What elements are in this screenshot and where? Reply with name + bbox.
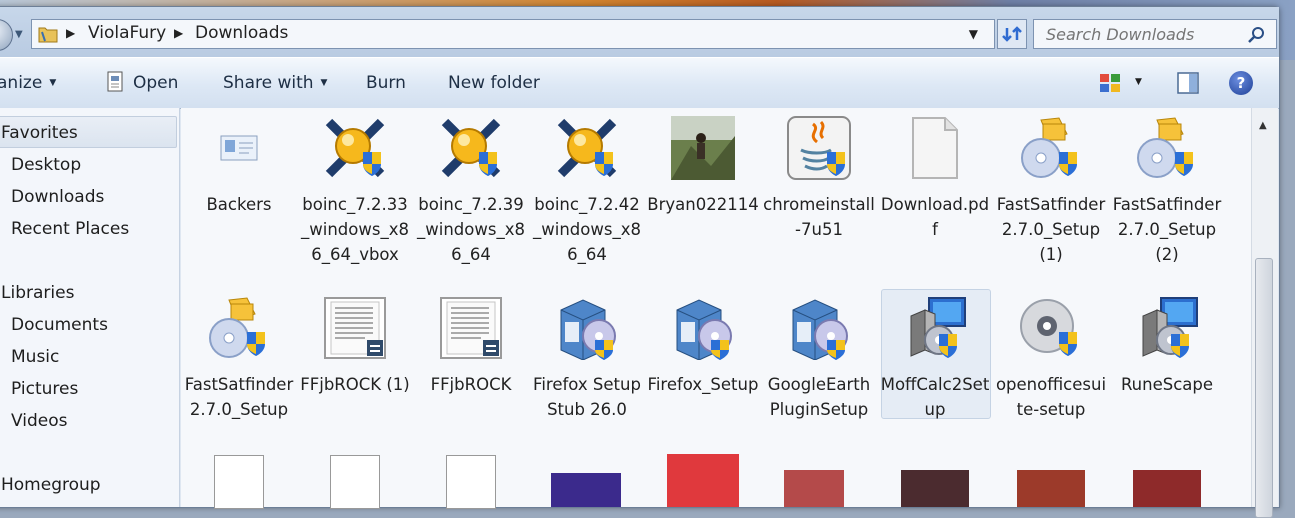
photo-thumbnail-icon bbox=[671, 116, 735, 180]
file-name-label: boinc_7.2.33_windows_x86_64_vbox bbox=[301, 195, 409, 264]
preview-pane-icon[interactable] bbox=[1177, 72, 1199, 94]
help-icon[interactable]: ? bbox=[1229, 71, 1253, 95]
nav-libraries[interactable]: Libraries bbox=[1, 283, 74, 303]
file-thumbnail[interactable] bbox=[330, 455, 380, 509]
open-button[interactable]: Open bbox=[133, 73, 178, 93]
scrollbar-thumb[interactable] bbox=[1255, 258, 1273, 518]
organize-label: anize bbox=[0, 73, 43, 93]
breadcrumb-separator-icon[interactable]: ▶ bbox=[174, 26, 183, 40]
breadcrumb-separator-icon[interactable]: ▶ bbox=[66, 26, 75, 40]
nav-videos[interactable]: Videos bbox=[11, 411, 68, 431]
computer-installer-icon bbox=[903, 296, 967, 360]
computer-installer-icon bbox=[1135, 296, 1199, 360]
file-thumbnail[interactable] bbox=[1133, 470, 1201, 507]
text-document-icon bbox=[323, 296, 387, 360]
file-list: Backers boinc_7.2.33_windows_x86_64_vbox b… bbox=[181, 108, 1251, 509]
file-name-label: FastSatfinder2.7.0_Setup bbox=[184, 375, 294, 419]
setup-disc-icon bbox=[1019, 116, 1083, 180]
file-name-label: FFjbROCK (1) bbox=[300, 375, 410, 394]
file-thumbnail[interactable] bbox=[1017, 470, 1085, 507]
installer-box-icon bbox=[555, 296, 619, 361]
file-thumbnail[interactable] bbox=[667, 454, 739, 507]
file-name-label: Firefox_Setup bbox=[647, 375, 759, 394]
search-input[interactable] bbox=[1044, 24, 1248, 45]
file-thumbnail[interactable] bbox=[551, 473, 621, 507]
installer-box-icon bbox=[787, 296, 851, 361]
file-name-label: FFjbROCK bbox=[430, 375, 512, 394]
change-view-icon[interactable] bbox=[1099, 73, 1121, 93]
boinc-installer-icon bbox=[439, 116, 503, 180]
breadcrumb-downloads[interactable]: Downloads bbox=[195, 23, 288, 43]
folder-icon bbox=[38, 27, 58, 43]
address-dropdown-icon[interactable]: ▼ bbox=[969, 27, 978, 41]
file-name-label: Firefox Setup Stub 26.0 bbox=[533, 375, 641, 419]
file-name-label: boinc_7.2.39_windows_x86_64 bbox=[417, 195, 525, 264]
breadcrumb-violafury[interactable]: ViolaFury bbox=[88, 23, 166, 43]
refresh-icon bbox=[1002, 26, 1022, 42]
nav-documents[interactable]: Documents bbox=[11, 315, 108, 335]
file-name-label: FastSatfinder2.7.0_Setup (1) bbox=[996, 195, 1106, 264]
search-icon[interactable] bbox=[1248, 26, 1266, 44]
file-name-label: RuneScape bbox=[1120, 375, 1214, 394]
file-name-label: chromeinstall-7u51 bbox=[763, 195, 875, 239]
scroll-up-icon[interactable]: ▲ bbox=[1259, 120, 1267, 131]
file-thumbnail[interactable] bbox=[214, 455, 264, 509]
vertical-scrollbar[interactable]: ▲ bbox=[1251, 108, 1278, 518]
nav-homegroup[interactable]: Homegroup bbox=[1, 475, 101, 495]
new-folder-button[interactable]: New folder bbox=[448, 73, 540, 93]
contact-card-icon bbox=[207, 116, 271, 180]
history-dropdown-icon[interactable]: ▼ bbox=[15, 29, 23, 40]
explorer-window: ▼ ▶ ViolaFury ▶ Downloads ▼ Search Downl… bbox=[0, 6, 1280, 518]
file-thumbnail[interactable] bbox=[446, 455, 496, 509]
chevron-down-icon: ▼ bbox=[49, 78, 57, 88]
nav-recent-places[interactable]: Recent Places bbox=[11, 219, 129, 239]
java-installer-icon bbox=[787, 116, 851, 180]
cd-shield-icon bbox=[1019, 296, 1083, 360]
file-name-label: openofficesuite-setup bbox=[995, 375, 1107, 419]
file-name-label: Download.pdf bbox=[880, 195, 990, 239]
nav-desktop[interactable]: Desktop bbox=[11, 155, 81, 175]
navigation-row: ▼ ▶ ViolaFury ▶ Downloads ▼ bbox=[0, 7, 1279, 57]
search-box[interactable] bbox=[1033, 19, 1277, 49]
file-name-label: Bryan022114 bbox=[647, 195, 759, 214]
setup-disc-icon bbox=[207, 296, 271, 360]
file-name-label: Backers bbox=[206, 195, 272, 214]
share-with-label: Share with bbox=[223, 73, 314, 93]
nav-favorites[interactable]: Favorites bbox=[1, 123, 78, 143]
text-document-icon bbox=[439, 296, 503, 360]
file-name-label: MoffCalc2Setup bbox=[880, 375, 990, 419]
setup-disc-icon bbox=[1135, 116, 1199, 180]
open-icon bbox=[107, 71, 123, 92]
command-bar: anize ▼ Open Share with ▼ Burn New folder … bbox=[0, 57, 1279, 109]
chevron-down-icon[interactable]: ▼ bbox=[1135, 77, 1142, 87]
nav-pictures[interactable]: Pictures bbox=[11, 379, 78, 399]
blank-document-icon bbox=[903, 116, 967, 180]
file-thumbnail[interactable] bbox=[901, 470, 969, 507]
installer-box-icon bbox=[671, 296, 735, 361]
boinc-installer-icon bbox=[555, 116, 619, 180]
organize-button[interactable]: anize ▼ bbox=[0, 73, 56, 93]
file-name-label: GoogleEarthPluginSetup bbox=[767, 375, 871, 419]
address-bar[interactable]: ▶ ViolaFury ▶ Downloads ▼ bbox=[31, 19, 995, 49]
nav-music[interactable]: Music bbox=[11, 347, 59, 367]
refresh-button[interactable] bbox=[997, 19, 1027, 49]
file-name-label: FastSatfinder2.7.0_Setup (2) bbox=[1112, 195, 1222, 264]
navigation-pane: Favorites Desktop Downloads Recent Place… bbox=[0, 108, 180, 507]
file-name-label: boinc_7.2.42_windows_x86_64 bbox=[533, 195, 641, 264]
file-thumbnail[interactable] bbox=[784, 470, 844, 507]
burn-button[interactable]: Burn bbox=[366, 73, 406, 93]
chevron-down-icon: ▼ bbox=[320, 78, 328, 88]
boinc-installer-icon bbox=[323, 116, 387, 180]
share-with-button[interactable]: Share with ▼ bbox=[223, 73, 327, 93]
back-button[interactable] bbox=[0, 19, 13, 51]
nav-downloads[interactable]: Downloads bbox=[11, 187, 104, 207]
